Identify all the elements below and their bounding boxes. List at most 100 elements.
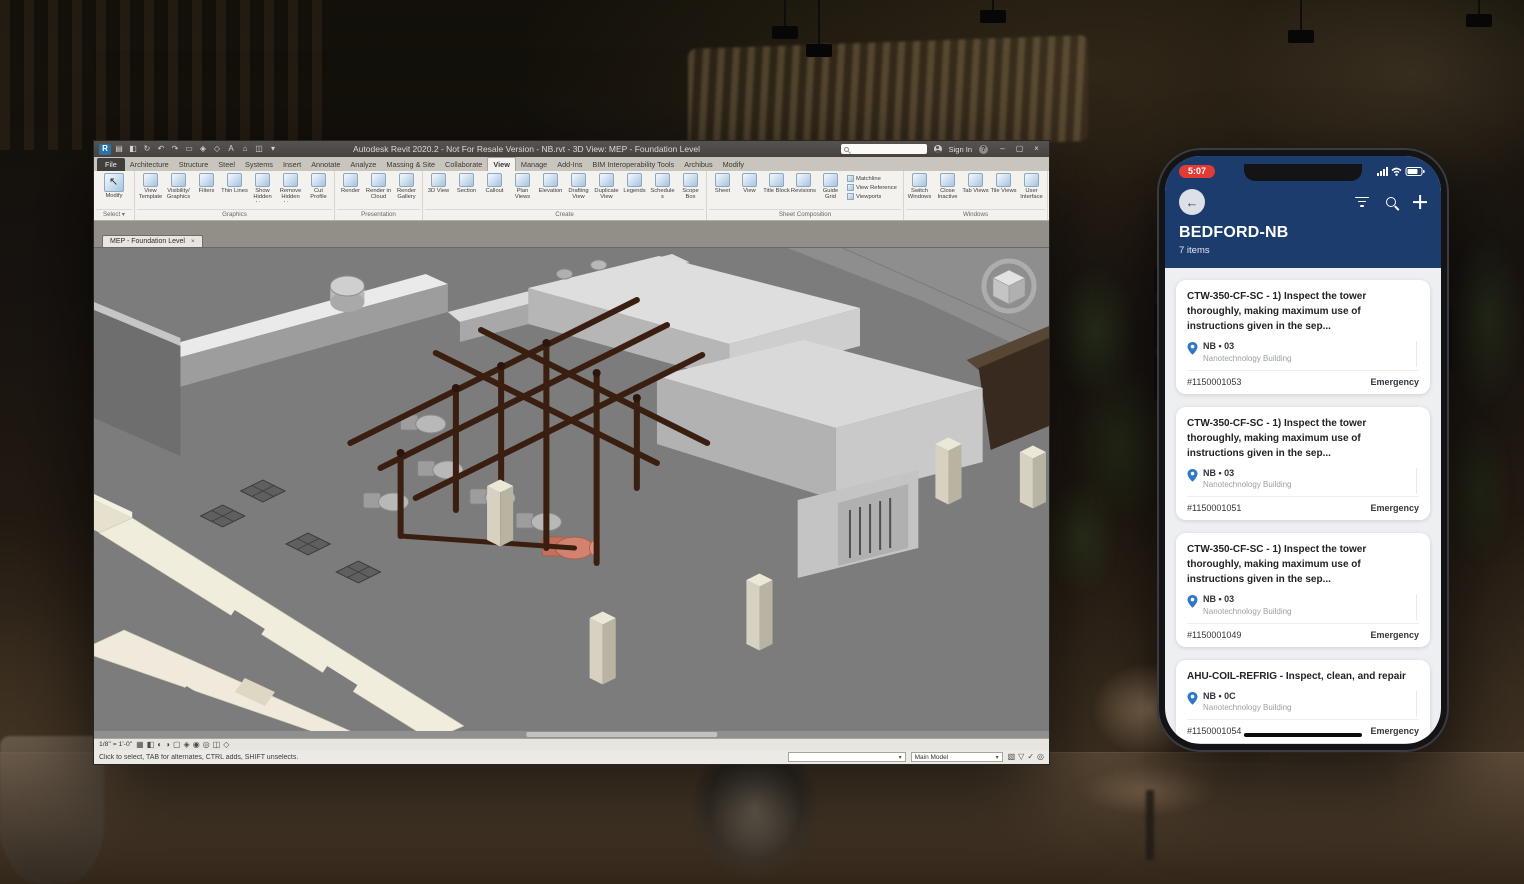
quick-access-icon[interactable]: ◫ — [253, 144, 265, 154]
viewport-scrollbar[interactable] — [94, 731, 1049, 738]
ribbon-button[interactable]: Legends — [621, 172, 648, 202]
ribbon-button[interactable]: Sheet — [709, 172, 736, 202]
ribbon-button[interactable]: Section — [453, 172, 480, 202]
ribbon-button[interactable]: Show Hidden Lines — [249, 172, 276, 202]
ribbon-button[interactable]: Cut Profile — [305, 172, 332, 202]
ribbon-button[interactable]: Tab Views — [962, 172, 989, 202]
work-order-card[interactable]: CTW-350-CF-SC - 1) Inspect the tower tho… — [1176, 407, 1430, 521]
view-control-icon[interactable]: ◑ — [165, 741, 170, 749]
work-order-card[interactable]: CTW-350-CF-SC - 1) Inspect the tower tho… — [1176, 280, 1430, 394]
help-icon[interactable] — [979, 145, 988, 154]
view-control-icon[interactable]: ◧ — [147, 741, 155, 749]
revit-titlebar[interactable]: R ▤ ◧ ↻ ↶ ↷ ▭ ◈ ◇ A — [94, 141, 1049, 157]
ribbon-button[interactable]: Title Block — [763, 172, 790, 202]
work-order-card[interactable]: AHU-COIL-REFRIG - Inspect, clean, and re… — [1176, 660, 1430, 744]
view-control-icon[interactable]: ◐ — [157, 741, 162, 749]
filter-icon[interactable] — [1355, 197, 1369, 208]
ribbon-tab[interactable]: Architecture — [125, 158, 174, 171]
quick-access-icon[interactable]: ▤ — [113, 144, 125, 154]
quick-access-icon[interactable]: R — [99, 144, 111, 155]
ribbon-button[interactable]: Remove Hidden Lines — [277, 172, 304, 202]
ribbon-button[interactable]: Scope Box — [677, 172, 704, 202]
minimize-button[interactable]: – — [995, 143, 1010, 155]
status-time[interactable]: 5:07 — [1179, 165, 1215, 178]
ribbon-button[interactable]: Switch Windows — [906, 172, 933, 202]
add-icon[interactable] — [1413, 195, 1427, 209]
quick-access-icon[interactable]: ↷ — [169, 144, 181, 154]
quick-access-icon[interactable]: ◈ — [197, 144, 209, 154]
user-account-icon[interactable] — [934, 145, 942, 153]
view-control-icon[interactable]: ◫ — [213, 741, 221, 749]
status-bar-icon[interactable]: ◎ — [1037, 753, 1044, 761]
work-order-card[interactable]: CTW-350-CF-SC - 1) Inspect the tower tho… — [1176, 533, 1430, 647]
close-button[interactable]: × — [1029, 143, 1044, 155]
ribbon-button[interactable]: Plan Views — [509, 172, 536, 202]
quick-access-icon[interactable]: ◇ — [211, 144, 223, 154]
quick-access-icon[interactable]: ↻ — [141, 144, 153, 154]
quick-access-icon[interactable]: ▾ — [267, 144, 279, 154]
ribbon-button[interactable]: Render in Cloud — [365, 172, 392, 202]
ribbon-button[interactable]: Revisions — [790, 172, 817, 202]
ribbon-button[interactable]: Close Inactive — [934, 172, 961, 202]
view-control-icon[interactable]: ◇ — [223, 741, 229, 749]
ribbon-tab[interactable]: File — [97, 158, 125, 171]
status-bar-icon[interactable]: ▽ — [1018, 753, 1024, 761]
ribbon-button[interactable]: Schedules — [649, 172, 676, 202]
ribbon-tab[interactable]: Structure — [174, 158, 214, 171]
document-tab[interactable]: MEP - Foundation Level × — [102, 235, 203, 247]
ribbon-button-small[interactable]: Viewports — [847, 193, 899, 200]
ribbon-button[interactable]: User Interface — [1018, 172, 1045, 202]
ribbon-tab[interactable]: Archibus — [679, 158, 717, 171]
work-order-list[interactable]: CTW-350-CF-SC - 1) Inspect the tower tho… — [1165, 268, 1441, 744]
ribbon-tab[interactable]: Steel — [213, 158, 240, 171]
search-icon[interactable] — [1386, 197, 1396, 207]
status-bar-icon[interactable]: ▧ — [1008, 753, 1016, 761]
ribbon-button[interactable]: Drafting View — [565, 172, 592, 202]
ribbon-button[interactable]: Render — [337, 172, 364, 202]
ribbon-button[interactable]: Thin Lines — [221, 172, 248, 202]
ribbon-tab[interactable]: Annotate — [306, 158, 345, 171]
ribbon-tab[interactable]: Massing & Site — [381, 158, 440, 171]
ribbon-tab[interactable]: Analyze — [345, 158, 381, 171]
ribbon-tab[interactable]: Manage — [516, 158, 552, 171]
ribbon-button[interactable]: Guide Grid — [817, 172, 844, 202]
ribbon-tab[interactable]: BIM Interoperability Tools — [587, 158, 679, 171]
back-button[interactable]: ← — [1179, 189, 1205, 215]
view-control-icon[interactable]: ◉ — [193, 741, 200, 749]
quick-access-icon[interactable]: ▭ — [183, 144, 195, 154]
ribbon-tab[interactable]: Modify — [718, 158, 750, 171]
design-option-select[interactable]: Main Model — [911, 752, 1003, 762]
ribbon-button-small[interactable]: View Reference — [847, 184, 899, 191]
ribbon-button-small[interactable]: Matchline — [847, 175, 899, 182]
ribbon-button[interactable]: View — [736, 172, 763, 202]
ribbon-tab[interactable]: View — [487, 157, 516, 171]
ribbon-tab[interactable]: Insert — [278, 158, 306, 171]
maximize-button[interactable]: ▢ — [1012, 143, 1027, 155]
view-scale[interactable]: 1/8" = 1'-0" — [99, 741, 132, 748]
ribbon-button[interactable]: View Template — [137, 172, 164, 202]
sign-in-button[interactable]: Sign In — [949, 145, 972, 154]
view-control-icon[interactable]: ▦ — [136, 741, 144, 749]
close-tab-icon[interactable]: × — [191, 238, 195, 245]
ribbon-tab[interactable]: Collaborate — [440, 158, 487, 171]
ribbon-button[interactable]: Modify — [96, 172, 132, 207]
ribbon-button[interactable]: Tile Views — [990, 172, 1017, 202]
ribbon-tab[interactable]: Add-Ins — [552, 158, 587, 171]
quick-access-icon[interactable]: ◧ — [127, 144, 139, 154]
ribbon-tab[interactable]: Systems — [240, 158, 278, 171]
quick-access-icon[interactable]: ⌂ — [239, 144, 251, 154]
ribbon-button[interactable]: Visibility/ Graphics — [165, 172, 192, 202]
ribbon-button[interactable]: Filters — [193, 172, 220, 202]
quick-access-icon[interactable]: ↶ — [155, 144, 167, 154]
ribbon-button[interactable]: Render Gallery — [393, 172, 420, 202]
status-bar-icon[interactable]: ✓ — [1027, 753, 1034, 761]
view-control-icon[interactable]: ▢ — [173, 741, 181, 749]
quick-access-icon[interactable]: A — [225, 144, 237, 154]
home-indicator[interactable] — [1244, 733, 1362, 738]
3d-viewport[interactable] — [94, 247, 1049, 738]
ribbon-button[interactable]: Elevation — [537, 172, 564, 202]
view-control-icon[interactable]: ◎ — [203, 741, 210, 749]
ribbon-button[interactable]: Callout — [481, 172, 508, 202]
view-cube[interactable] — [979, 256, 1039, 316]
workset-select[interactable] — [788, 752, 906, 762]
